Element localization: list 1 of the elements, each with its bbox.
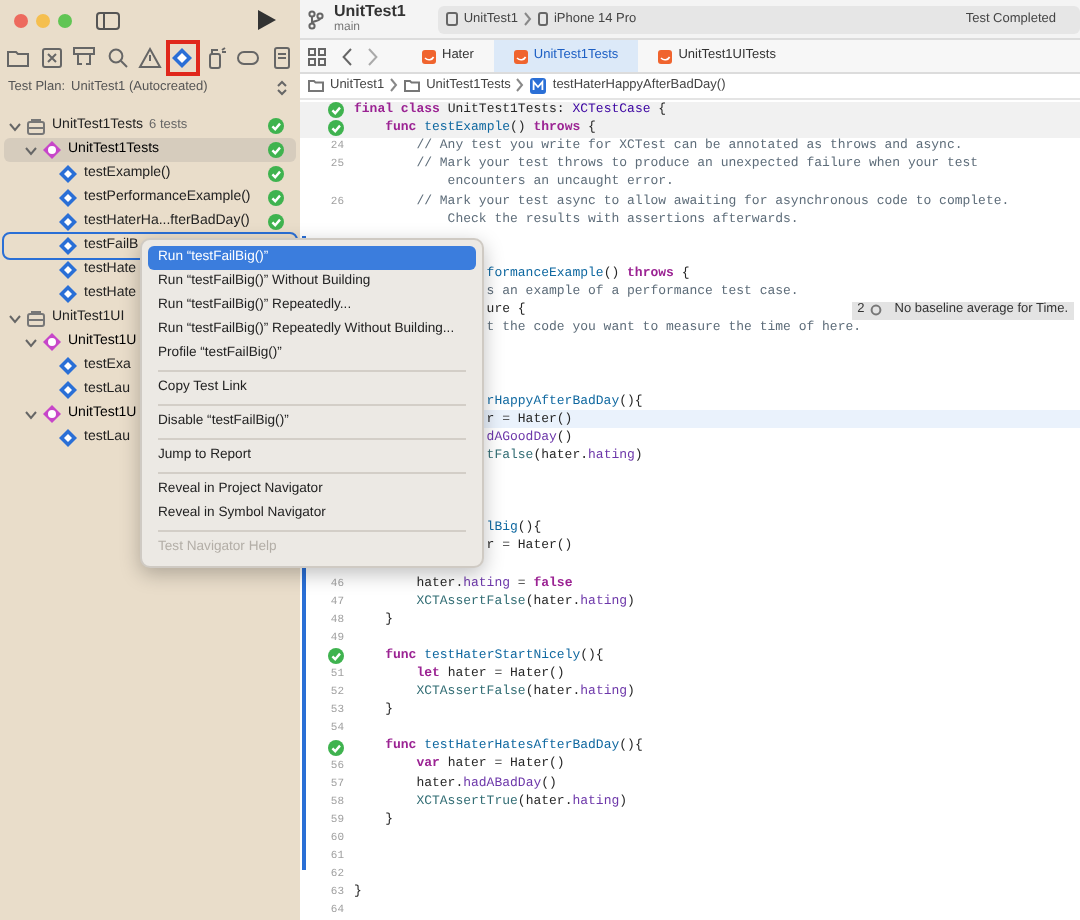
scheme-name: UnitTest1 <box>334 4 406 21</box>
